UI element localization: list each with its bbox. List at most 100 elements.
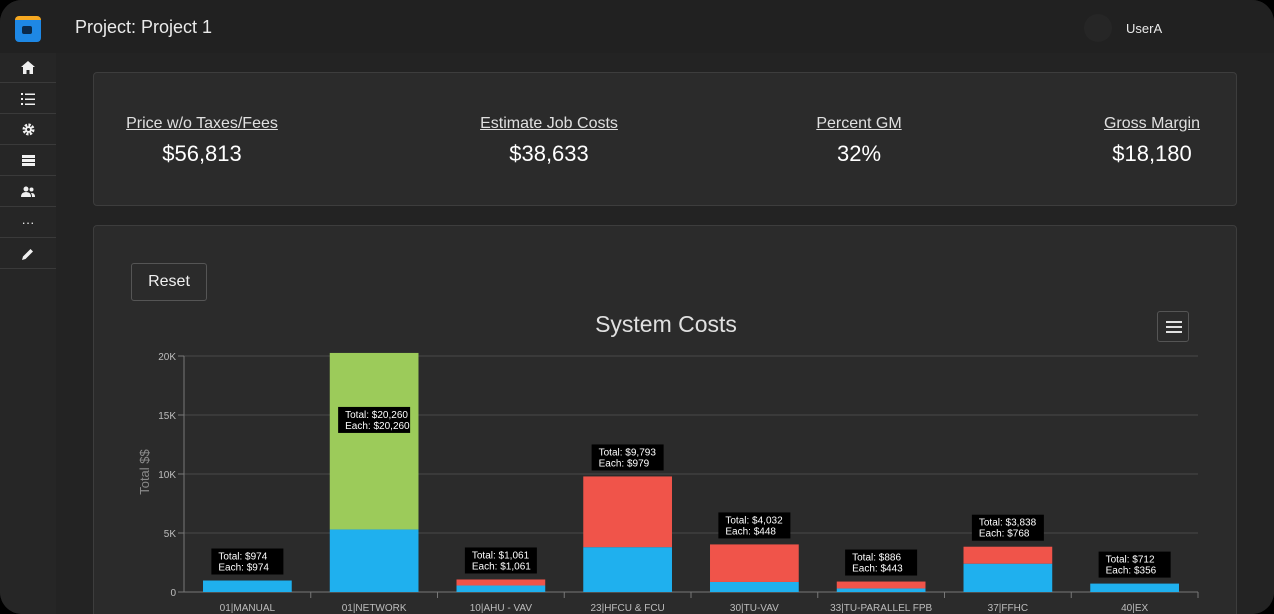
data-label-each: Each: $448 (725, 526, 776, 537)
data-label: Total: $1,061Each: $1,061 (464, 547, 537, 574)
data-label-each: Each: $356 (1106, 566, 1157, 577)
hamburger-icon (1166, 321, 1182, 323)
x-tick-label: 40|EX (1121, 603, 1148, 614)
bar-segment[interactable] (329, 529, 419, 592)
app-logo[interactable] (15, 16, 41, 42)
reset-button[interactable]: Reset (131, 263, 207, 301)
data-label-total: Total: $712 (1106, 555, 1155, 566)
x-tick-label: 30|TU-VAV (730, 603, 779, 614)
data-label-box (718, 512, 791, 539)
data-label-box (1098, 551, 1171, 578)
kpi-label[interactable]: Price w/o Taxes/Fees (117, 115, 287, 133)
kpi-card: Price w/o Taxes/Fees $56,813 Estimate Jo… (93, 72, 1237, 206)
data-label-box (971, 514, 1044, 541)
x-tick-label: 37|FFHC (988, 603, 1028, 614)
data-label-total: Total: $1,061 (472, 550, 530, 561)
sidebar-item-list[interactable] (0, 84, 56, 114)
sidebar-item-users[interactable] (0, 177, 56, 207)
kpi-percent-gm: Percent GM 32% (784, 115, 934, 167)
database-icon (21, 155, 35, 166)
data-label-box (464, 547, 537, 574)
x-tick-label: 10|AHU - VAV (470, 603, 533, 614)
x-tick-label: 23|HFCU & FCU (590, 603, 664, 614)
bar-segment[interactable] (963, 563, 1053, 592)
y-tick-label: 0 (170, 588, 176, 599)
bar-segment[interactable] (710, 544, 799, 582)
data-label-each: Each: $974 (218, 563, 269, 574)
bar-segment[interactable] (1090, 583, 1179, 592)
data-label-total: Total: $20,260 (345, 410, 408, 421)
sidebar-item-edit[interactable] (0, 239, 56, 269)
bar-segment[interactable] (583, 476, 672, 548)
sidebar-item-settings[interactable] (0, 115, 56, 145)
data-label-box (211, 548, 284, 575)
bar-segment[interactable] (456, 579, 546, 586)
data-label: Total: $974Each: $974 (211, 548, 284, 575)
kpi-label[interactable]: Gross Margin (1087, 115, 1217, 133)
bar-segment[interactable] (329, 352, 419, 530)
y-tick-label: 15K (158, 411, 176, 422)
data-label-total: Total: $9,793 (599, 447, 657, 458)
data-label-total: Total: $4,032 (725, 515, 783, 526)
data-label: Total: $20,260Each: $20,260 (338, 406, 411, 433)
bar-segment[interactable] (203, 580, 292, 592)
chart-title: System Costs (595, 311, 737, 337)
data-label-total: Total: $974 (218, 552, 267, 563)
kpi-label[interactable]: Estimate Job Costs (464, 115, 634, 133)
chart-menu-button[interactable] (1157, 311, 1189, 342)
bar-segment[interactable] (710, 581, 799, 592)
kpi-value: 32% (836, 141, 882, 166)
bar-segment[interactable] (583, 547, 672, 592)
data-label: Total: $886Each: $443 (845, 549, 918, 576)
avatar[interactable] (1084, 14, 1112, 42)
x-tick-label: 33|TU-PARALLEL FPB (830, 603, 932, 614)
data-label: Total: $712Each: $356 (1098, 551, 1171, 578)
kpi-label[interactable]: Percent GM (784, 115, 934, 133)
data-label-each: Each: $443 (852, 564, 903, 575)
data-label-box (338, 406, 411, 433)
data-label-each: Each: $20,260 (345, 421, 410, 432)
y-tick-label: 20K (158, 352, 176, 363)
data-label: Total: $4,032Each: $448 (718, 512, 791, 539)
main-content: Price w/o Taxes/Fees $56,813 Estimate Jo… (56, 53, 1274, 614)
x-tick-label: 01|NETWORK (342, 603, 407, 614)
page-title: Project: Project 1 (75, 17, 213, 37)
sidebar-item-home[interactable] (0, 53, 56, 83)
data-label-box (845, 549, 918, 576)
bar-segment[interactable] (836, 588, 926, 592)
home-icon (21, 61, 35, 74)
sidebar-item-more[interactable]: ··· (0, 208, 56, 238)
data-label-box (591, 444, 664, 471)
data-label-each: Each: $768 (979, 529, 1030, 540)
data-label-total: Total: $3,838 (979, 518, 1037, 529)
gear-icon (22, 123, 34, 136)
app-window: Project: Project 1 UserA ··· Price w/o T… (0, 0, 1274, 614)
user-name[interactable]: UserA (1126, 21, 1162, 36)
data-label-each: Each: $979 (599, 458, 650, 469)
kpi-estimate-costs: Estimate Job Costs $38,633 (464, 115, 634, 167)
kpi-value: $18,180 (1112, 141, 1192, 166)
list-icon (21, 92, 35, 105)
y-axis-label: Total $$ (137, 448, 152, 494)
y-tick-label: 5K (164, 529, 177, 540)
kpi-value: $38,633 (509, 141, 589, 166)
data-label-total: Total: $886 (852, 553, 901, 564)
bar-segment[interactable] (836, 581, 926, 589)
data-label-each: Each: $1,061 (472, 561, 531, 572)
users-icon (21, 186, 35, 197)
data-label: Total: $9,793Each: $979 (591, 444, 664, 471)
y-tick-label: 10K (158, 470, 176, 481)
kpi-price: Price w/o Taxes/Fees $56,813 (117, 115, 287, 167)
data-label: Total: $3,838Each: $768 (971, 514, 1044, 541)
x-tick-label: 01|MANUAL (220, 603, 276, 614)
kpi-gross-margin: Gross Margin $18,180 (1087, 115, 1217, 167)
more-icon: ··· (21, 215, 35, 230)
sidebar-item-database[interactable] (0, 146, 56, 176)
sidebar: ··· (0, 53, 56, 614)
kpi-value: $56,813 (162, 141, 242, 166)
pencil-icon (22, 248, 33, 260)
bar-segment[interactable] (456, 585, 546, 592)
top-bar: Project: Project 1 UserA (0, 0, 1274, 53)
bar-segment[interactable] (963, 546, 1053, 564)
chart-card: Reset System Costs Total $$ 0 5K 10K 15K 20K… (93, 225, 1237, 614)
